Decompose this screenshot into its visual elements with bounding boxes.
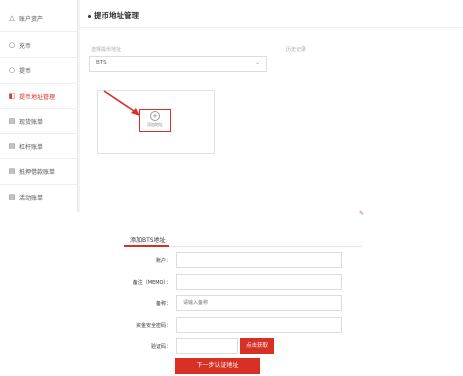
verification-code-input[interactable] xyxy=(176,338,238,354)
page-title-text: 提币地址管理 xyxy=(94,11,139,20)
coin-out-icon: ○ xyxy=(8,66,16,74)
get-code-button[interactable]: 点击获取 xyxy=(240,338,274,354)
alias-input[interactable] xyxy=(176,295,342,311)
page-title: 提币地址管理 xyxy=(88,10,139,21)
sidebar-item-assets[interactable]: △ 账户资产 xyxy=(0,5,77,31)
sidebar-item-spot-bill[interactable]: ▤ 现货账单 xyxy=(0,108,77,134)
sidebar-item-label: 账户资产 xyxy=(19,15,44,23)
sidebar-item-margin-bill[interactable]: ▤ 杠杆账单 xyxy=(0,133,77,159)
sidebar-item-loan-bill[interactable]: ▤ 抵押借款账单 xyxy=(0,158,77,184)
document-icon: ▤ xyxy=(8,167,16,175)
sidebar-item-withdraw[interactable]: ○ 提币 xyxy=(0,57,77,83)
add-address-label: 添加地址 xyxy=(147,122,163,127)
sidebar-item-label: 充币 xyxy=(19,42,32,50)
sidebar-item-label: 活动账单 xyxy=(19,194,44,202)
account-label: 账户： xyxy=(155,258,171,264)
bullet-icon xyxy=(88,14,91,18)
verification-code-label: 验证码： xyxy=(150,344,171,350)
address-icon: ◧ xyxy=(8,92,16,100)
currency-select-label: 选择提币地址 xyxy=(91,47,122,53)
currency-select[interactable]: BTS ⌄ xyxy=(89,56,267,72)
address-management-panel: △ 账户资产 ○ 充币 ○ 提币 ◧ 提币地址管理 ▤ 现货账单 ▤ 杠杆账单 xyxy=(0,0,463,212)
currency-select-value: BTS xyxy=(96,60,107,66)
sidebar-item-label: 杠杆账单 xyxy=(19,143,44,151)
coin-in-icon: ○ xyxy=(8,41,16,49)
divider xyxy=(80,27,463,28)
sidebar: △ 账户资产 ○ 充币 ○ 提币 ◧ 提币地址管理 ▤ 现货账单 ▤ 杠杆账单 xyxy=(0,0,78,212)
history-record-link[interactable]: 历史记录 xyxy=(286,46,306,53)
document-icon: ▤ xyxy=(8,193,16,201)
tab-active-indicator xyxy=(124,245,169,247)
sidebar-item-label: 提币 xyxy=(19,67,32,75)
plus-circle-icon: + xyxy=(150,111,160,121)
next-verify-address-button[interactable]: 下一步认证地址 xyxy=(175,358,260,374)
memo-label: 备注（MEMO）： xyxy=(132,280,171,286)
sidebar-item-label: 现货账单 xyxy=(19,118,44,126)
document-icon: ▤ xyxy=(8,142,16,150)
sidebar-item-label: 抵押借款账单 xyxy=(19,168,56,176)
pencil-icon: ✎ xyxy=(359,210,365,217)
fund-password-label: 资金安全密码： xyxy=(135,323,171,329)
sidebar-item-activity-bill[interactable]: ▤ 活动账单 xyxy=(0,184,77,210)
account-input[interactable] xyxy=(176,252,342,268)
sidebar-item-address-management[interactable]: ◧ 提币地址管理 xyxy=(0,83,77,109)
sidebar-item-label: 提币地址管理 xyxy=(19,93,56,101)
tab-add-bts-address[interactable]: 添加BTS地址 xyxy=(130,235,166,244)
chevron-down-icon: ⌄ xyxy=(254,59,260,66)
bank-icon: △ xyxy=(9,14,15,22)
annotation-arrow-icon xyxy=(103,90,140,116)
alias-label: 备称： xyxy=(155,301,171,307)
memo-input[interactable] xyxy=(176,274,342,290)
fund-password-input[interactable] xyxy=(176,317,342,333)
sidebar-item-deposit[interactable]: ○ 充币 xyxy=(0,32,77,58)
document-icon: ▤ xyxy=(8,117,16,125)
